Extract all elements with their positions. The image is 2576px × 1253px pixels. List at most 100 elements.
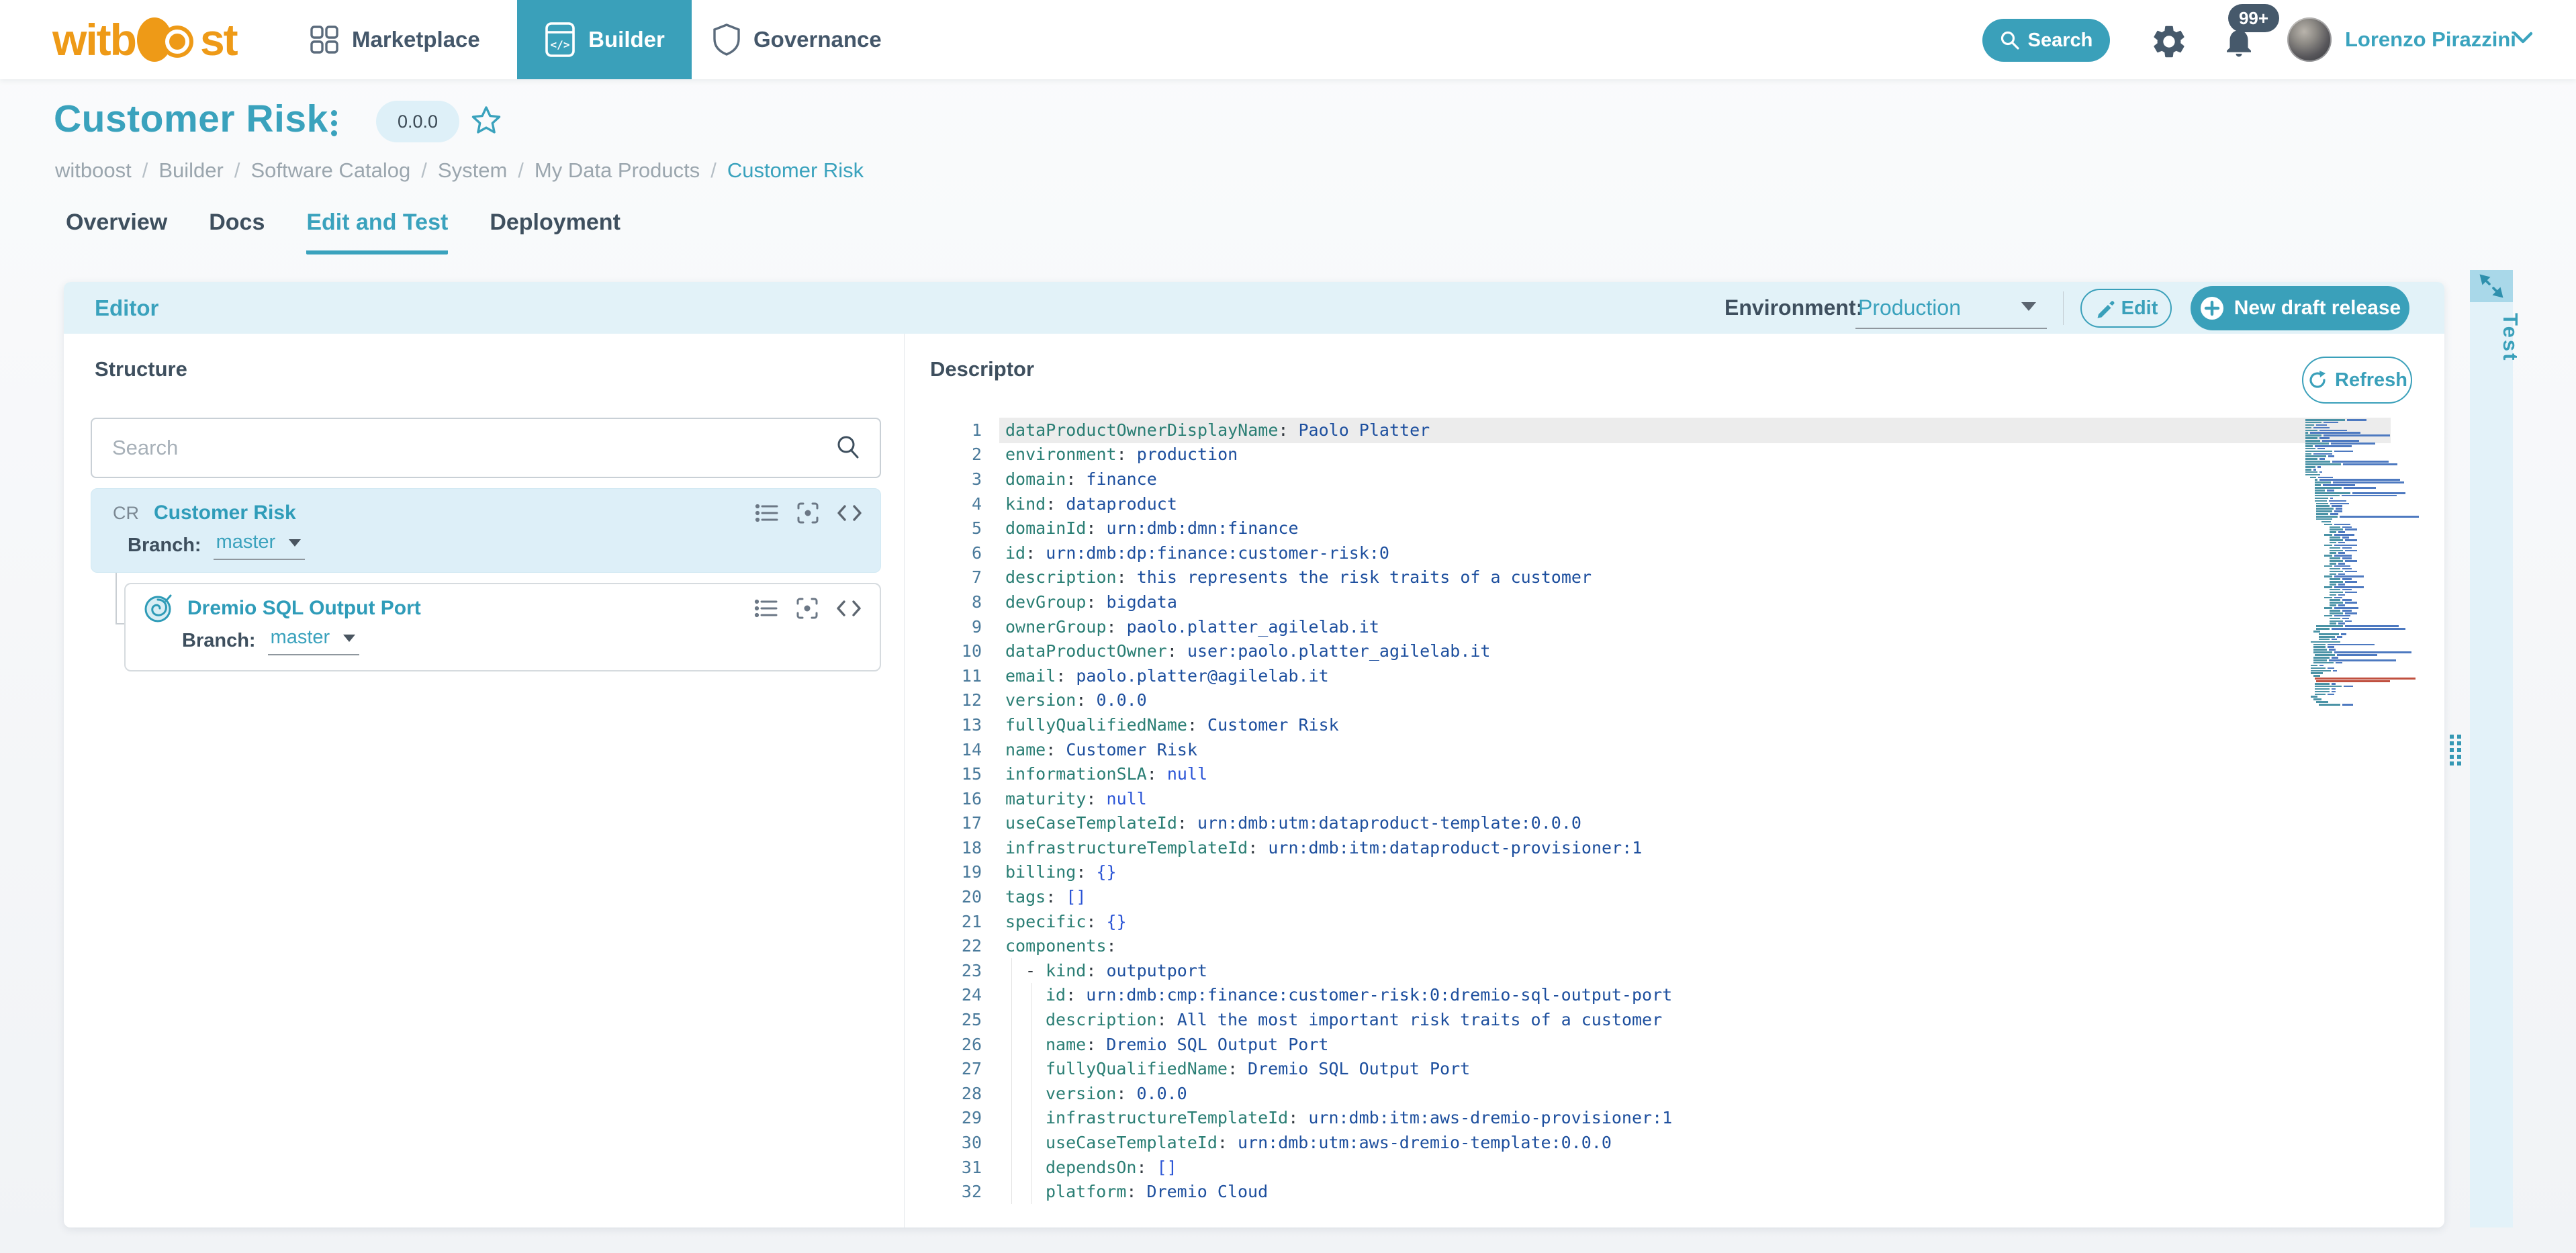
minimap-line — [2305, 557, 2437, 559]
minimap-line — [2305, 669, 2437, 672]
minimap-line — [2305, 578, 2437, 580]
minimap-line — [2305, 607, 2437, 609]
user-menu-chevron-down-icon[interactable] — [2512, 30, 2534, 49]
breadcrumb-separator: / — [710, 158, 717, 182]
minimap-line — [2305, 635, 2437, 638]
code-line: 21 specific: {} — [940, 909, 1672, 934]
title-kebab-menu-icon[interactable] — [327, 106, 340, 144]
minimap-line — [2305, 528, 2437, 530]
tree-node-customer-risk[interactable]: CR Customer Risk Branch: master — [91, 488, 881, 573]
node-name-link[interactable]: Dremio SQL Output Port — [187, 597, 421, 620]
focus-icon[interactable] — [795, 596, 819, 620]
breadcrumb-item[interactable]: Customer Risk — [727, 158, 864, 183]
nav-item-builder[interactable]: </> Builder — [517, 0, 692, 79]
minimap-line — [2305, 500, 2437, 502]
witboost-logo[interactable]: witb st — [52, 0, 238, 79]
breadcrumb-item[interactable]: witboost — [55, 158, 132, 183]
line-number: 10 — [961, 641, 982, 661]
nav-item-governance[interactable]: Governance — [693, 0, 901, 79]
breadcrumb-item[interactable]: Software Catalog — [250, 158, 410, 183]
tab-deployment[interactable]: Deployment — [490, 210, 620, 254]
breadcrumb-item[interactable]: My Data Products — [535, 158, 700, 183]
branch-caret-icon — [289, 539, 302, 547]
focus-icon[interactable] — [796, 501, 820, 525]
user-menu[interactable]: Lorenzo Pirazzini — [2345, 0, 2516, 79]
minimap[interactable] — [2305, 419, 2437, 741]
structure-search-input[interactable] — [112, 436, 835, 460]
dremio-icon — [144, 594, 172, 622]
avatar[interactable] — [2287, 17, 2332, 62]
tab-edit-and-test[interactable]: Edit and Test — [306, 210, 449, 254]
minimap-line — [2305, 633, 2437, 635]
code-line: 29 infrastructureTemplateId: urn:dmb:itm:… — [940, 1106, 1672, 1131]
code-line: 17 useCaseTemplateId: urn:dmb:utm:datapro… — [940, 811, 1672, 836]
search-button[interactable]: Search — [1982, 19, 2110, 62]
edit-button[interactable]: Edit — [2080, 289, 2172, 328]
branch-caret-icon — [343, 634, 356, 642]
minimap-line — [2305, 494, 2437, 497]
minimap-line — [2305, 534, 2437, 536]
code-line: 8 devGroup: bigdata — [940, 590, 1672, 614]
code-line: 27 fullyQualifiedName: Dremio SQL Output … — [940, 1056, 1672, 1081]
line-number: 23 — [961, 960, 982, 980]
nav-item-marketplace[interactable]: Marketplace — [290, 0, 499, 79]
expand-drawer-button[interactable] — [2470, 270, 2513, 302]
minimap-line — [2305, 555, 2437, 557]
line-number: 6 — [971, 543, 982, 563]
version-badge: 0.0.0 — [376, 101, 459, 142]
minimap-line — [2305, 588, 2437, 591]
branch-select[interactable]: master — [213, 531, 306, 560]
top-nav: witb st Marketplace </> Builder Governanc… — [0, 0, 2576, 79]
refresh-button-label: Refresh — [2335, 369, 2407, 391]
line-number: 26 — [961, 1034, 982, 1054]
minimap-line — [2305, 419, 2437, 421]
minimap-line — [2305, 704, 2437, 706]
new-draft-release-label: New draft release — [2234, 297, 2401, 319]
tree-node-dremio-sql-output-port[interactable]: Dremio SQL Output Port Branch: master — [124, 583, 881, 671]
settings-button[interactable] — [2148, 20, 2191, 63]
refresh-button[interactable]: Refresh — [2302, 357, 2412, 404]
code-line: 14 name: Customer Risk — [940, 737, 1672, 762]
list-icon[interactable] — [753, 597, 779, 620]
minimap-line — [2305, 586, 2437, 588]
breadcrumb-item[interactable]: System — [438, 158, 507, 183]
minimap-line — [2305, 602, 2437, 604]
code-icon[interactable] — [835, 597, 862, 620]
branch-select[interactable]: master — [267, 626, 360, 655]
minimap-line — [2305, 539, 2437, 541]
test-tab-label[interactable]: Test — [2479, 313, 2522, 362]
minimap-line — [2305, 432, 2437, 434]
new-draft-release-button[interactable]: New draft release — [2191, 286, 2409, 330]
code-icon[interactable] — [836, 502, 863, 524]
tab-overview[interactable]: Overview — [66, 210, 167, 254]
builder-icon: </> — [545, 22, 575, 57]
minimap-line — [2305, 513, 2437, 515]
favorite-star-icon[interactable] — [469, 103, 504, 142]
minimap-line — [2305, 526, 2437, 528]
list-icon[interactable] — [754, 502, 780, 524]
code-lines: 1 dataProductOwnerDisplayName: Paolo Plat… — [940, 418, 1672, 1204]
minimap-line — [2305, 443, 2437, 445]
minimap-line — [2305, 537, 2437, 539]
node-name-link[interactable]: Customer Risk — [154, 502, 296, 524]
line-number: 22 — [961, 936, 982, 956]
structure-search-icon[interactable] — [835, 434, 861, 463]
code-line: 28 version: 0.0.0 — [940, 1081, 1672, 1106]
minimap-line — [2305, 661, 2437, 664]
breadcrumb-item[interactable]: Builder — [158, 158, 224, 183]
tab-docs[interactable]: Docs — [209, 210, 265, 254]
descriptor-code-editor[interactable]: 1 dataProductOwnerDisplayName: Paolo Plat… — [904, 418, 2444, 1221]
minimap-line — [2305, 599, 2437, 602]
minimap-line — [2305, 654, 2437, 656]
minimap-line — [2305, 625, 2437, 627]
test-drawer-tab[interactable]: Test — [2470, 270, 2522, 1227]
drag-handle[interactable] — [2450, 735, 2463, 767]
minimap-line — [2305, 424, 2437, 426]
line-number: 18 — [961, 837, 982, 857]
environment-select[interactable]: Production — [1858, 282, 1961, 334]
minimap-line — [2305, 570, 2437, 573]
code-line: 26 name: Dremio SQL Output Port — [940, 1032, 1672, 1057]
search-icon — [2000, 31, 2019, 50]
line-number: 13 — [961, 714, 982, 735]
environment-caret-icon[interactable] — [2021, 302, 2036, 311]
